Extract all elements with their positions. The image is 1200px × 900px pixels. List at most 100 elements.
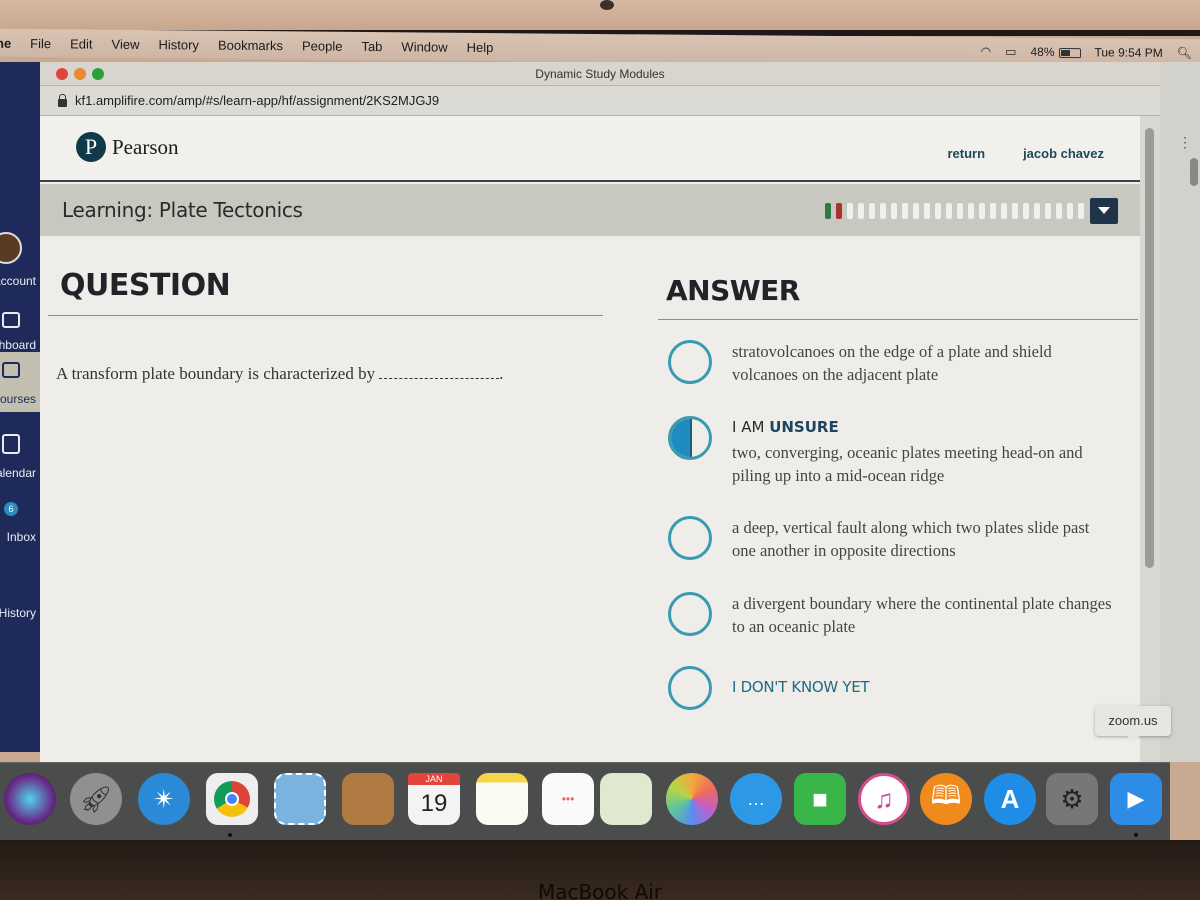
account-avatar[interactable] <box>0 232 22 264</box>
inbox-badge: 6 <box>4 502 18 516</box>
menu-view[interactable]: View <box>112 36 140 51</box>
system-preferences-gear-icon[interactable]: ⚙ <box>1046 773 1098 825</box>
answer-panel: ANSWER stratovolcanoes on the edge of a … <box>658 236 1138 710</box>
nav-label: Account <box>0 274 36 288</box>
app-store-icon[interactable]: A <box>984 773 1036 825</box>
progress-segment-pending <box>924 203 930 219</box>
menu-file[interactable]: File <box>30 36 51 51</box>
background-window-edge: ⋮ <box>1160 62 1200 762</box>
battery-percent: 48% <box>1030 44 1055 59</box>
canvas-global-nav: Account Dashboard Courses Calendar 6 Inb… <box>0 62 40 752</box>
safari-compass-icon[interactable]: ✴ <box>138 773 190 825</box>
menu-window[interactable]: Window <box>401 39 447 54</box>
progress-segment-pending <box>913 203 919 219</box>
page-scrollbar[interactable] <box>1140 116 1160 762</box>
confidence-radio-empty[interactable] <box>668 592 712 636</box>
chrome-logo <box>214 781 250 817</box>
launchpad-rocket-icon[interactable]: 🚀︎ <box>70 773 122 825</box>
header-links: return jacob chavez <box>948 146 1105 161</box>
progress-segment-pending <box>935 203 941 219</box>
nav-account[interactable]: Account <box>0 274 40 288</box>
nav-inbox[interactable]: Inbox <box>0 530 40 544</box>
wifi-icon[interactable]: ◠ <box>981 44 991 58</box>
address-bar[interactable]: kf1.amplifire.com/amp/#s/learn-app/hf/as… <box>40 86 1160 116</box>
browser-window: Dynamic Study Modules kf1.amplifire.com/… <box>40 62 1160 762</box>
progress-segment-pending <box>858 203 864 219</box>
running-indicator <box>1134 833 1138 837</box>
return-link[interactable]: return <box>948 146 986 161</box>
menu-help[interactable]: Help <box>467 39 494 54</box>
dont-know-option[interactable]: I DON'T KNOW YET <box>668 666 870 710</box>
confidence-level: UNSURE <box>769 418 839 436</box>
progress-segment-pending <box>1078 203 1084 219</box>
question-text: A transform plate boundary is characteri… <box>56 364 603 384</box>
background-scrollbar-thumb[interactable] <box>1190 158 1198 186</box>
question-period: . <box>499 364 504 383</box>
progress-segment-pending <box>869 203 875 219</box>
answer-option[interactable]: a deep, vertical fault along which two p… <box>668 516 1112 562</box>
maps-icon[interactable] <box>600 773 652 825</box>
window-title: Dynamic Study Modules <box>535 67 665 81</box>
notes-icon[interactable] <box>476 773 528 825</box>
ibooks-icon[interactable]: 🕮︎ <box>920 773 972 825</box>
progress-segment-pending <box>1056 203 1062 219</box>
answer-option[interactable]: a divergent boundary where the continent… <box>668 592 1112 638</box>
menu-edit[interactable]: Edit <box>70 36 92 51</box>
progress-segment-pending <box>957 203 963 219</box>
airplay-icon[interactable]: ▭ <box>1005 45 1016 59</box>
reminders-icon[interactable]: ••• <box>542 773 594 825</box>
nav-label: Courses <box>0 392 36 406</box>
url-text[interactable]: kf1.amplifire.com/amp/#s/learn-app/hf/as… <box>75 93 439 108</box>
siri-icon[interactable] <box>4 773 56 825</box>
confidence-radio-empty[interactable] <box>668 516 712 560</box>
pearson-wordmark: Pearson <box>112 134 179 159</box>
clock[interactable]: Tue 9:54 PM <box>1095 45 1163 60</box>
chrome-icon[interactable] <box>206 773 258 825</box>
mail-stamp-icon[interactable] <box>274 773 326 825</box>
answer-option[interactable]: stratovolcanoes on the edge of a plate a… <box>668 340 1112 386</box>
contacts-icon[interactable] <box>342 773 394 825</box>
lock-icon <box>58 93 67 107</box>
confidence-radio-empty[interactable] <box>668 666 712 710</box>
progress-segment-correct <box>825 203 831 219</box>
menu-tab[interactable]: Tab <box>361 38 382 53</box>
battery-status[interactable]: 48% <box>1030 44 1081 59</box>
nav-dashboard[interactable]: Dashboard <box>0 338 40 352</box>
dashboard-icon <box>2 312 20 328</box>
nav-calendar[interactable]: Calendar <box>0 466 40 480</box>
facetime-icon[interactable]: ■ <box>794 773 846 825</box>
divider <box>658 319 1138 320</box>
photos-icon[interactable] <box>666 773 718 825</box>
progress-segment-incorrect <box>836 203 842 219</box>
messages-icon[interactable]: … <box>730 773 782 825</box>
scrollbar-thumb[interactable] <box>1145 128 1154 568</box>
answer-text: I AM UNSURE two, converging, oceanic pla… <box>732 416 1112 487</box>
menu-people[interactable]: People <box>302 38 342 53</box>
spotlight-search-icon[interactable]: 🔍︎ <box>1177 46 1192 60</box>
progress-segment-pending <box>1067 203 1073 219</box>
module-title: Learning: Plate Tectonics <box>62 198 303 222</box>
nav-courses[interactable]: Courses <box>0 352 40 412</box>
menu-history[interactable]: History <box>158 37 198 52</box>
zoom-camera-icon[interactable]: ▶ <box>1110 773 1162 825</box>
answer-heading: ANSWER <box>666 274 800 307</box>
confidence-radio-empty[interactable] <box>668 340 712 384</box>
module-bar: Learning: Plate Tectonics <box>40 184 1140 236</box>
confidence-prefix: I AM <box>732 418 765 436</box>
chevron-down-icon[interactable] <box>1090 198 1118 224</box>
progress-segment-pending <box>979 203 985 219</box>
pearson-logo[interactable]: P Pearson <box>76 132 179 162</box>
menu-app-name[interactable]: ne <box>0 35 11 50</box>
confidence-radio-half[interactable] <box>668 416 712 460</box>
menu-bookmarks[interactable]: Bookmarks <box>218 37 283 53</box>
progress-segment-pending <box>902 203 908 219</box>
more-options-icon[interactable]: ⋮ <box>1178 134 1192 151</box>
user-menu[interactable]: jacob chavez <box>1023 146 1104 161</box>
progress-tracker <box>825 203 1084 219</box>
nav-history[interactable]: History <box>0 606 40 620</box>
answer-body: two, converging, oceanic plates meeting … <box>732 443 1083 485</box>
itunes-music-note-icon[interactable]: ♫ <box>858 773 910 825</box>
answer-option-selected[interactable]: I AM UNSURE two, converging, oceanic pla… <box>668 416 1112 487</box>
nav-label: Inbox <box>6 530 36 544</box>
calendar-app-icon[interactable]: JAN 19 <box>408 773 460 825</box>
